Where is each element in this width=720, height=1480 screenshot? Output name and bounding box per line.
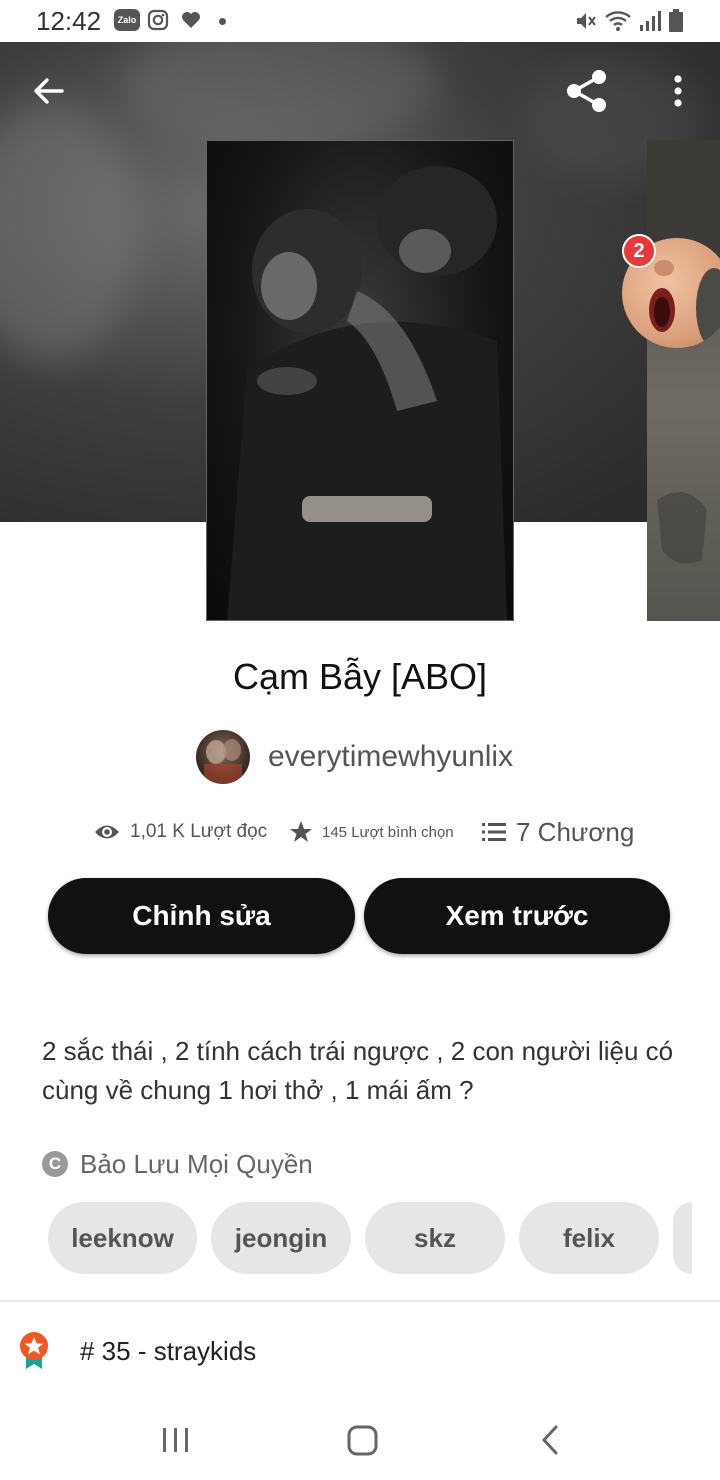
votes-stat: 145 Lượt bình chọn <box>288 812 454 852</box>
author-avatar-image <box>204 739 242 784</box>
chat-head-badge: 2 <box>622 234 656 268</box>
list-icon <box>482 823 506 841</box>
zalo-icon: Zalo <box>114 9 140 31</box>
next-story-cover-image[interactable] <box>647 140 720 621</box>
preview-button[interactable]: Xem trước <box>364 878 670 954</box>
recent-apps-icon[interactable] <box>160 1422 192 1458</box>
status-bar: 12:42 Zalo <box>0 0 720 42</box>
dot-icon <box>219 18 226 25</box>
tag-chip[interactable]: skz <box>365 1202 505 1274</box>
ranking-row[interactable]: # 35 - straykids <box>18 1330 256 1372</box>
instagram-icon <box>147 9 169 31</box>
story-title: Cạm Bẫy [ABO] <box>232 656 488 697</box>
eye-icon <box>95 825 119 839</box>
reads-stat: 1,01 K Lượt đọc <box>94 812 267 852</box>
copyright-text: Bảo Lưu Mọi Quyền <box>80 1148 313 1179</box>
author-avatar[interactable] <box>196 730 250 784</box>
ranking-text: # 35 - straykids <box>80 1335 257 1366</box>
system-nav-bar <box>0 1400 720 1480</box>
back-arrow-icon[interactable] <box>30 72 68 110</box>
home-icon[interactable] <box>345 1422 381 1458</box>
mute-icon <box>577 13 596 29</box>
tag-chip[interactable]: jeongin <box>211 1202 351 1274</box>
story-cover-image[interactable] <box>206 140 514 621</box>
cover-artwork <box>227 166 507 620</box>
back-nav-icon[interactable] <box>536 1422 564 1458</box>
more-vertical-icon[interactable] <box>664 72 692 110</box>
reads-count: 1,01 K Lượt đọc <box>130 821 268 842</box>
ranking-medal-icon <box>20 1332 48 1369</box>
heart-icon <box>182 12 200 28</box>
copyright-row: C Bảo Lưu Mọi Quyền <box>42 1146 313 1182</box>
story-description: 2 sắc thái , 2 tính cách trái ngược , 2 … <box>42 1036 674 1105</box>
tag-chip[interactable]: felix <box>519 1202 659 1274</box>
section-divider <box>0 1300 720 1302</box>
author-row[interactable]: everytimewhyunlix <box>196 730 513 784</box>
star-icon <box>290 821 312 842</box>
chapters-stat: 7 Chương <box>482 812 634 852</box>
votes-count: 145 Lượt bình chọn <box>322 823 454 841</box>
author-name[interactable]: everytimewhyunlix <box>268 740 513 774</box>
battery-icon <box>669 9 683 32</box>
signal-icon <box>640 11 661 31</box>
next-cover-artwork <box>647 140 720 564</box>
tag-chip[interactable]: leeknow <box>48 1202 197 1274</box>
wifi-icon <box>605 11 631 31</box>
share-icon[interactable] <box>562 66 612 116</box>
chapters-count: 7 Chương <box>516 816 635 847</box>
status-time: 12:42 <box>36 6 102 36</box>
copyright-icon: C <box>42 1151 68 1177</box>
edit-button[interactable]: Chỉnh sửa <box>48 878 355 954</box>
tag-chip-overflow[interactable] <box>673 1202 692 1274</box>
